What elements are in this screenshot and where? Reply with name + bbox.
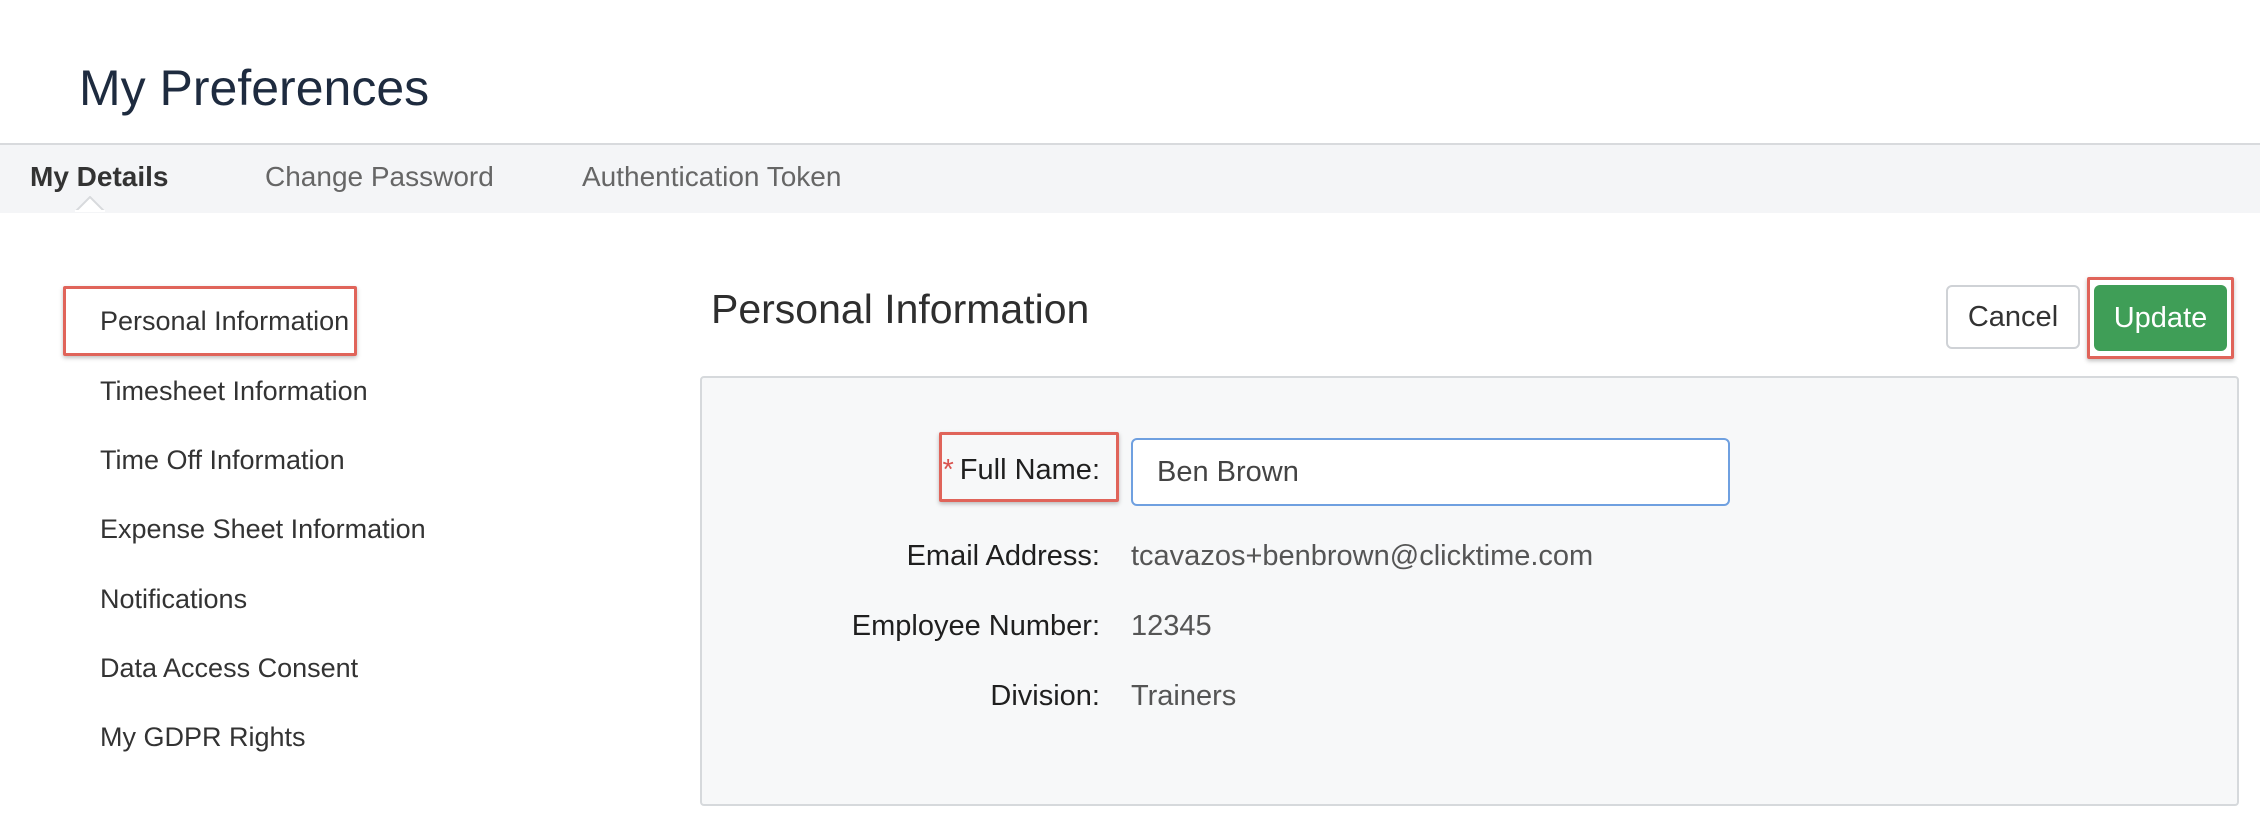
- sidebar-item-personal-information[interactable]: Personal Information: [62, 286, 358, 356]
- preferences-page: My Preferences My Details Change Passwor…: [0, 0, 2260, 820]
- tab-authentication-token[interactable]: Authentication Token: [582, 145, 841, 213]
- sidebar-item-time-off-information[interactable]: Time Off Information: [100, 445, 345, 476]
- sidebar-item-data-access-consent[interactable]: Data Access Consent: [100, 653, 358, 684]
- tab-change-password[interactable]: Change Password: [265, 145, 494, 213]
- update-button[interactable]: Update: [2094, 285, 2227, 351]
- sidebar-item-notifications[interactable]: Notifications: [100, 584, 247, 615]
- sidebar-item-timesheet-information[interactable]: Timesheet Information: [100, 376, 368, 407]
- sidebar-item-expense-sheet-information[interactable]: Expense Sheet Information: [100, 514, 426, 545]
- email-label: Email Address:: [906, 540, 1100, 572]
- sidebar-item-my-gdpr-rights[interactable]: My GDPR Rights: [100, 722, 306, 753]
- employee-number-value: 12345: [1131, 610, 1212, 642]
- employee-number-label: Employee Number:: [851, 610, 1100, 642]
- cancel-button[interactable]: Cancel: [1946, 285, 2080, 349]
- full-name-label: * Full Name:: [943, 454, 1101, 487]
- active-tab-caret-icon: [75, 196, 105, 212]
- section-title: Personal Information: [711, 286, 1090, 332]
- email-value: tcavazos+benbrown@clicktime.com: [1131, 540, 1594, 572]
- required-star: *: [942, 454, 954, 486]
- division-value: Trainers: [1131, 680, 1237, 712]
- division-label: Division:: [990, 680, 1100, 712]
- full-name-input[interactable]: [1131, 438, 1730, 506]
- full-name-label-text: Full Name:: [959, 454, 1100, 486]
- page-title: My Preferences: [79, 60, 430, 116]
- tab-bar: My Details Change Password Authenticatio…: [0, 143, 2260, 213]
- update-button-highlight: Update: [2087, 277, 2234, 359]
